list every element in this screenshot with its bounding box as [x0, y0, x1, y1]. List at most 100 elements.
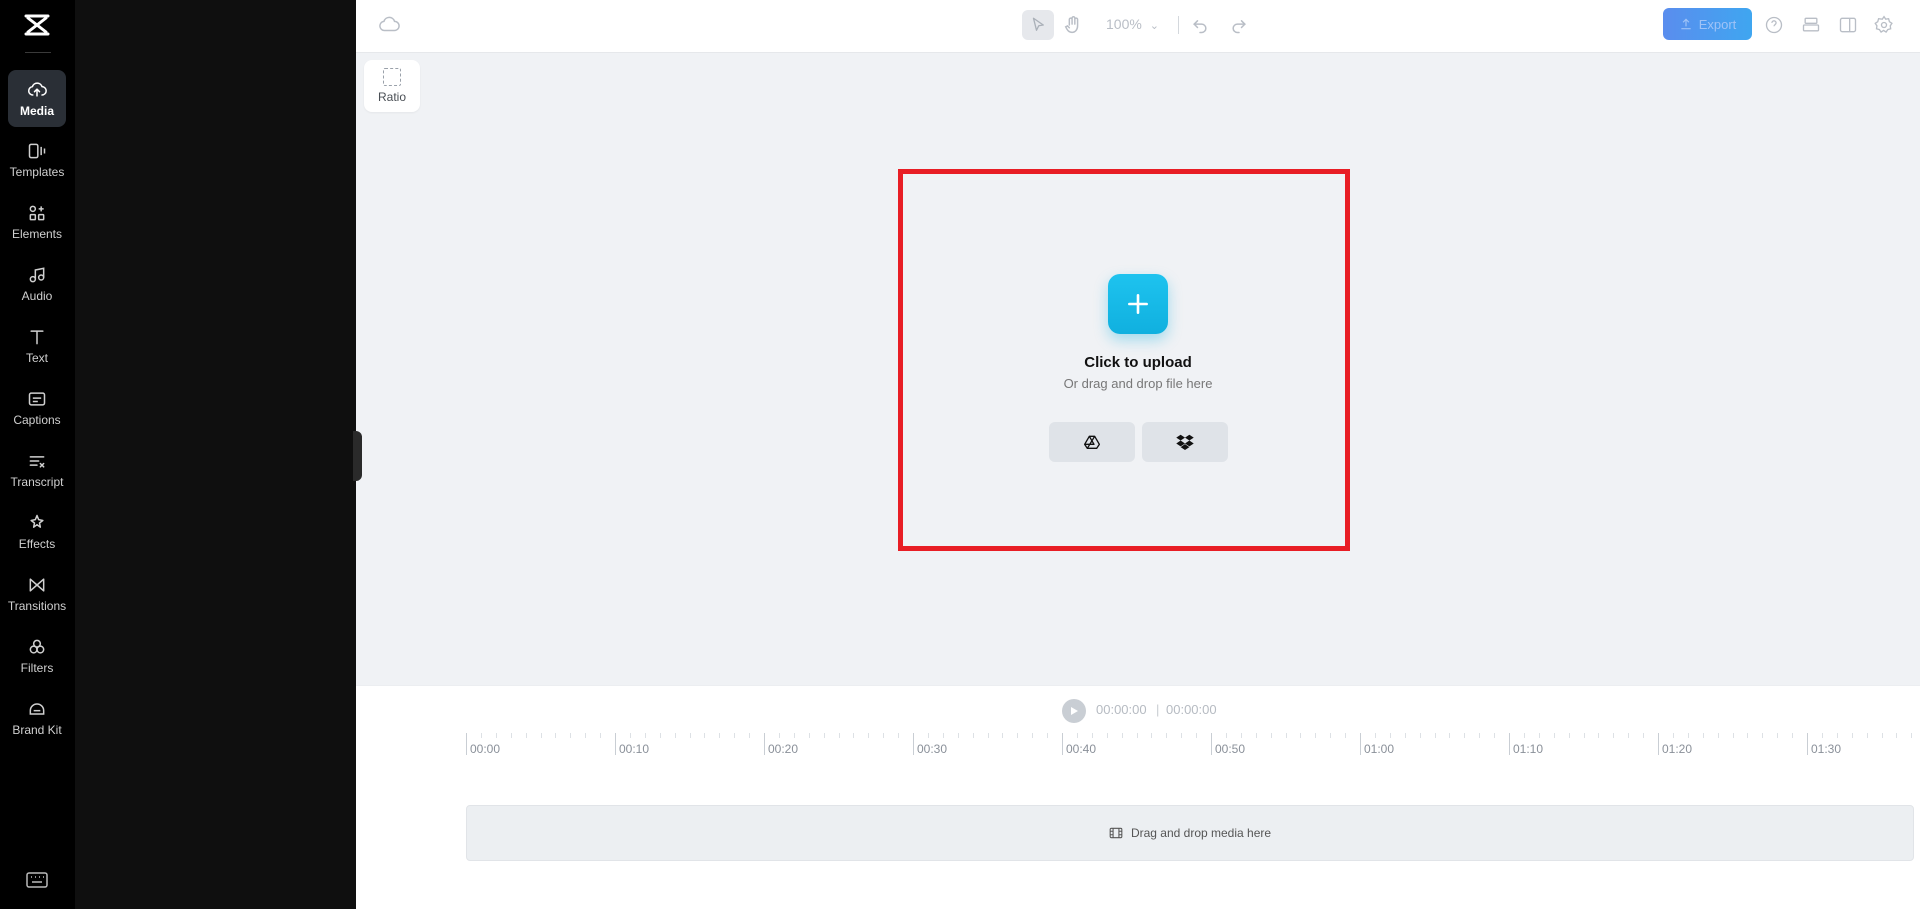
ruler-minor-tick: [1196, 733, 1198, 738]
upload-plus-button[interactable]: [1108, 274, 1168, 334]
logo-divider: [25, 52, 51, 53]
top-toolbar: 100% ⌄ Export: [356, 0, 1920, 53]
sidebar-item-transcript[interactable]: Transcript: [8, 441, 66, 498]
ruler-minor-tick: [1285, 733, 1287, 738]
help-icon[interactable]: [1764, 14, 1784, 36]
filters-icon: [29, 639, 45, 654]
ruler-minor-tick: [1345, 733, 1347, 738]
ruler-minor-tick: [1568, 733, 1570, 738]
zoom-dropdown[interactable]: 100% ⌄: [1106, 16, 1159, 32]
ruler-minor-tick: [1762, 733, 1764, 738]
ruler-minor-tick: [1866, 733, 1868, 738]
ruler-minor-tick: [1449, 733, 1451, 738]
layers-icon[interactable]: [1801, 14, 1821, 36]
sidebar-item-transitions[interactable]: Transitions: [8, 565, 66, 622]
ruler-minor-tick: [525, 733, 527, 738]
toolbar-divider: [1178, 16, 1179, 34]
timeline-ruler[interactable]: 00:00 00:10 00:20 00:30 00:40 00:50 01:00 01:10…: [466, 733, 1920, 761]
capcut-logo-icon[interactable]: [22, 12, 52, 38]
export-button[interactable]: Export: [1663, 8, 1752, 40]
sidebar-item-templates[interactable]: Templates: [8, 131, 66, 188]
ruler-minor-tick: [629, 733, 631, 738]
plus-icon: [1128, 294, 1148, 314]
ruler-minor-tick: [1538, 733, 1540, 738]
left-rail: Media Templates Elements Audio Text Capt…: [0, 0, 75, 909]
ruler-tick: [913, 733, 914, 755]
timeline-drop-zone[interactable]: Drag and drop media here: [466, 805, 1914, 861]
sidebar-item-elements[interactable]: Elements: [8, 193, 66, 250]
ruler-minor-tick: [1851, 733, 1853, 738]
play-button[interactable]: [1062, 699, 1086, 723]
settings-gear-icon[interactable]: [1874, 14, 1894, 36]
select-tool-button[interactable]: [1022, 10, 1054, 40]
ruler-minor-tick: [868, 733, 870, 738]
ruler-tick: [466, 733, 467, 755]
ruler-minor-tick: [898, 733, 900, 738]
panel-collapse-handle[interactable]: [353, 431, 362, 481]
ruler-minor-tick: [1240, 733, 1242, 738]
ruler-minor-tick: [1821, 733, 1823, 738]
drop-hint: Drag and drop media here: [1130, 826, 1272, 840]
ruler-tick: [1509, 733, 1510, 755]
ruler-minor-tick: [1881, 733, 1883, 738]
current-time: 00:00:00: [1096, 702, 1147, 717]
ruler-tick: [764, 733, 765, 755]
ruler-minor-tick: [1091, 733, 1093, 738]
total-time: 00:00:00: [1166, 702, 1217, 717]
hand-tool-icon[interactable]: [1062, 14, 1084, 36]
ruler-tick: [1211, 733, 1212, 755]
ruler-minor-tick: [883, 733, 885, 738]
ruler-minor-tick: [957, 733, 959, 738]
ruler-minor-tick: [689, 733, 691, 738]
ruler-minor-tick: [1598, 733, 1600, 738]
ruler-minor-tick: [555, 733, 557, 738]
ruler-tick: [1658, 733, 1659, 755]
sidebar-item-effects[interactable]: Effects: [8, 503, 66, 560]
ratio-button[interactable]: Ratio: [364, 60, 420, 112]
upload-icon: [1681, 18, 1691, 30]
google-drive-icon: [1084, 435, 1100, 449]
ruler-minor-tick: [480, 733, 482, 738]
ruler-minor-tick: [838, 733, 840, 738]
ruler-tick-label: 01:30: [1811, 742, 1842, 756]
media-panel: [75, 0, 356, 909]
ruler-minor-tick: [1702, 733, 1704, 738]
ruler-minor-tick: [1732, 733, 1734, 738]
ruler-minor-tick: [1181, 733, 1183, 738]
upload-subtitle: Or drag and drop file here: [1063, 376, 1213, 391]
ruler-minor-tick: [1047, 733, 1049, 738]
aspect-ratio-icon: [383, 68, 401, 86]
sidebar-item-label: Templates: [9, 164, 65, 179]
upload-title[interactable]: Click to upload: [1000, 354, 1276, 371]
sidebar-item-brand-kit[interactable]: Brand Kit: [8, 689, 66, 746]
ruler-minor-tick: [1717, 733, 1719, 738]
sidebar-item-captions[interactable]: Captions: [8, 379, 66, 436]
ruler-minor-tick: [585, 733, 587, 738]
effects-icon: [30, 514, 44, 528]
panel-layout-icon[interactable]: [1838, 14, 1858, 36]
music-note-icon: [29, 266, 45, 282]
transitions-icon: [29, 577, 45, 592]
sidebar-item-text[interactable]: Text: [8, 317, 66, 374]
ruler-minor-tick: [1121, 733, 1123, 738]
redo-icon[interactable]: [1229, 14, 1249, 36]
keyboard-shortcuts-icon[interactable]: [26, 872, 48, 888]
ruler-tick-label: 00:00: [470, 742, 501, 756]
cloud-sync-icon[interactable]: [378, 14, 400, 36]
ruler-minor-tick: [853, 733, 855, 738]
ruler-minor-tick: [1136, 733, 1138, 738]
ruler-tick-label: 00:30: [917, 742, 948, 756]
undo-icon[interactable]: [1190, 14, 1210, 36]
ruler-minor-tick: [1672, 733, 1674, 738]
ruler-tick-label: 00:50: [1215, 742, 1246, 756]
sidebar-item-media[interactable]: Media: [8, 70, 66, 127]
sidebar-item-audio[interactable]: Audio: [8, 255, 66, 312]
ruler-tick-label: 00:20: [768, 742, 799, 756]
ruler-minor-tick: [1389, 733, 1391, 738]
ruler-minor-tick: [1479, 733, 1481, 738]
ruler-minor-tick: [1777, 733, 1779, 738]
sidebar-item-filters[interactable]: Filters: [8, 627, 66, 684]
google-drive-button[interactable]: [1049, 422, 1135, 462]
dropbox-button[interactable]: [1142, 422, 1228, 462]
ruler-minor-tick: [1032, 733, 1034, 738]
